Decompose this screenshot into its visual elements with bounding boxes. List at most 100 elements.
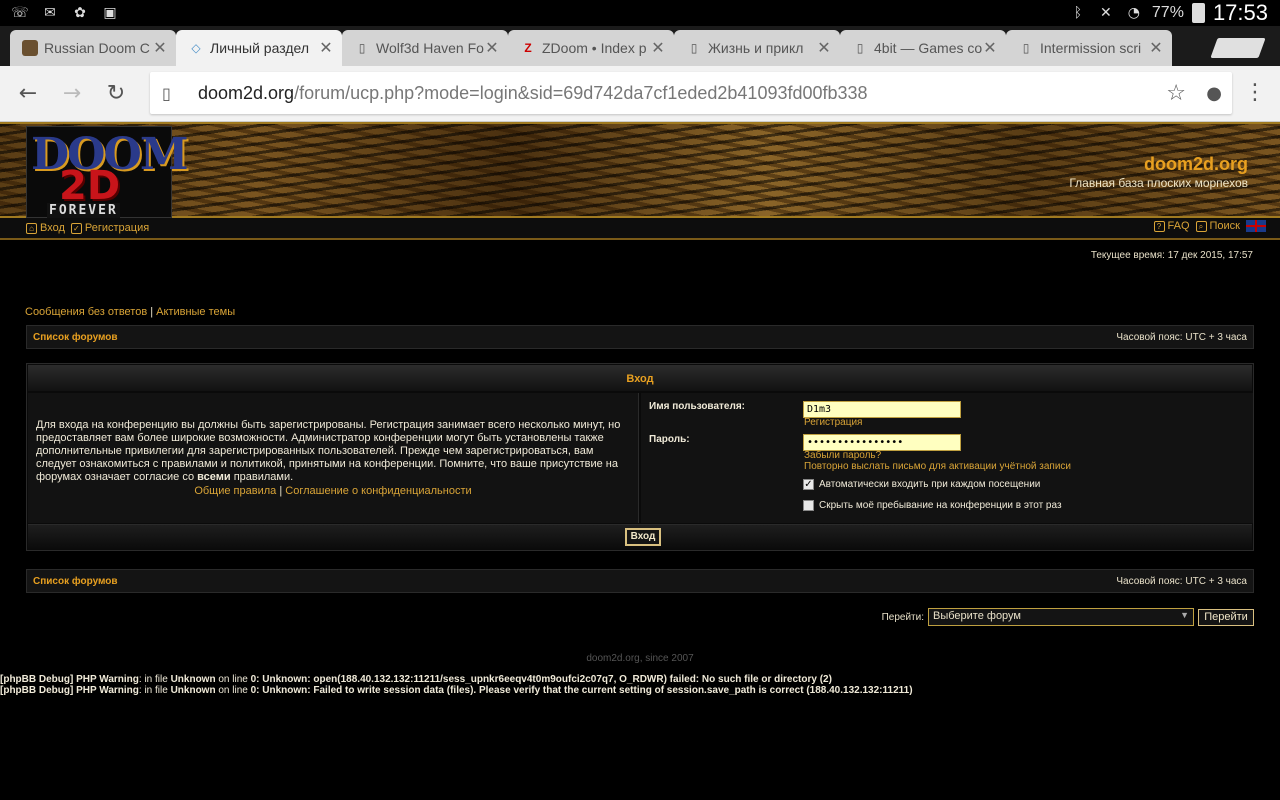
page-icon: ▯ <box>856 41 864 55</box>
reload-icon[interactable]: ↻ <box>100 78 132 110</box>
rules-separator: | <box>279 485 283 497</box>
tab-4[interactable]: ▯ Жизнь и прикл ✕ <box>674 30 840 66</box>
page-info-icon[interactable]: ▯ <box>162 84 178 103</box>
forum-select[interactable]: Выберите форум ▼ <box>928 608 1194 626</box>
status-bar: ☏ ✉ ✿ ▣ ᛒ ✕ ◔ 77% 17:53 <box>0 0 1280 26</box>
general-rules-link[interactable]: Общие правила <box>194 485 276 497</box>
tab-1-active[interactable]: ◇ Личный раздел ✕ <box>176 30 342 66</box>
login-panel: Вход Для входа на конференцию вы должны … <box>26 363 1254 551</box>
debug-mid1: : in file <box>138 685 171 696</box>
unanswered-posts-link[interactable]: Сообщения без ответов <box>25 306 147 318</box>
debug-file: Unknown <box>170 685 216 696</box>
tab-2[interactable]: ▯ Wolf3d Haven Fo ✕ <box>342 30 508 66</box>
debug-msg: : Unknown: Failed to write session data … <box>256 685 913 696</box>
username-input[interactable]: D1m3 <box>803 401 961 418</box>
debug-prefix: [phpBB Debug] PHP Warning <box>0 674 139 685</box>
active-topics-link[interactable]: Активные темы <box>156 306 235 318</box>
tab-title: Жизнь и прикл <box>708 40 804 56</box>
resend-activation-link[interactable]: Повторно выслать письмо для активации уч… <box>804 461 1071 472</box>
url-text[interactable]: doom2d.org/forum/ucp.php?mode=login&sid=… <box>198 83 868 104</box>
login-panel-footer: Вход <box>28 524 1252 550</box>
address-bar[interactable]: ▯ doom2d.org/forum/ucp.php?mode=login&si… <box>150 72 1232 114</box>
login-form: Имя пользователя: D1m3 Регистрация Парол… <box>641 393 1253 523</box>
tab-strip: Russian Doom C ✕ ◇ Личный раздел ✕ ▯ Wol… <box>0 26 1280 66</box>
jump-box: Перейти: Выберите форум ▼ Перейти <box>882 608 1254 626</box>
breadcrumb-bottom: Список форумов Часовой пояс: UTC + 3 час… <box>26 569 1254 593</box>
close-icon[interactable]: ✕ <box>650 38 666 58</box>
forum-index-link-bottom[interactable]: Список форумов <box>33 576 118 587</box>
faq-icon: ? <box>1153 220 1165 232</box>
register-link[interactable]: ✓ Регистрация <box>70 222 150 234</box>
close-icon[interactable]: ✕ <box>484 38 500 58</box>
breadcrumb: Список форумов Часовой пояс: UTC + 3 час… <box>26 325 1254 349</box>
hide-online-label: Скрыть моё пребывание на конференции в э… <box>819 500 1062 511</box>
search-icon: ⌕ <box>1195 220 1207 232</box>
login-intro-text: Для входа на конференцию вы должны быть … <box>28 393 638 484</box>
close-icon[interactable]: ✕ <box>982 38 998 58</box>
close-icon[interactable]: ✕ <box>152 38 168 58</box>
tab-5[interactable]: ▯ 4bit — Games co ✕ <box>840 30 1006 66</box>
register-link-label: Регистрация <box>84 222 150 234</box>
debug-msg: : Unknown: open(188.40.132.132:11211/ses… <box>256 674 832 685</box>
quick-links: Сообщения без ответов | Активные темы <box>25 306 235 318</box>
login-submit-button[interactable]: Вход <box>625 528 661 546</box>
tab-title: Wolf3d Haven Fo <box>376 40 484 56</box>
login-panel-title: Вход <box>28 365 1252 391</box>
page-icon: ▯ <box>690 41 698 55</box>
close-icon[interactable]: ✕ <box>816 38 832 58</box>
privacy-policy-link[interactable]: Соглашение о конфиденциальности <box>285 485 471 497</box>
debug-mid1: : in file <box>138 674 171 685</box>
hide-online-checkbox[interactable] <box>803 500 814 511</box>
search-link[interactable]: ⌕ Поиск <box>1195 220 1240 232</box>
english-flag-icon[interactable] <box>1246 220 1266 232</box>
site-logo[interactable]: DOOM 2D FOREVER <box>26 126 189 218</box>
autologin-checkbox[interactable]: ✓ <box>803 479 814 490</box>
mail-icon: ✉ <box>44 5 56 21</box>
hide-online-option[interactable]: Скрыть моё пребывание на конференции в э… <box>803 500 1062 511</box>
bookmark-star-icon[interactable]: ☆ <box>1166 81 1186 106</box>
current-time: Текущее время: 17 дек 2015, 17:57 <box>1090 250 1253 261</box>
faq-link-label: FAQ <box>1167 220 1190 232</box>
forward-arrow-icon[interactable]: → <box>56 78 88 110</box>
new-tab-button[interactable] <box>1210 38 1266 58</box>
forum-select-value: Выберите форум <box>933 610 1021 622</box>
tab-3[interactable]: Z ZDoom • Index p ✕ <box>508 30 674 66</box>
login-intro: Для входа на конференцию вы должны быть … <box>28 393 639 523</box>
debug-prefix: [phpBB Debug] PHP Warning <box>0 685 139 696</box>
site-title[interactable]: doom2d.org <box>1144 154 1248 175</box>
battery-icon <box>1191 3 1205 23</box>
register-link-form[interactable]: Регистрация <box>804 417 862 428</box>
overflow-menu-icon[interactable]: ⋮ <box>1244 80 1266 105</box>
bluetooth-icon: ᛒ <box>1073 5 1083 21</box>
jump-label: Перейти: <box>881 611 924 623</box>
forgot-password-link[interactable]: Забыли пароль? <box>804 450 881 461</box>
login-link[interactable]: ⌂ Вход <box>26 222 65 234</box>
faq-link[interactable]: ? FAQ <box>1153 220 1190 232</box>
autologin-label: Автоматически входить при каждом посещен… <box>819 479 1041 490</box>
tab-title: Личный раздел <box>210 40 309 56</box>
mute-icon: ✕ <box>1100 5 1112 21</box>
dropdown-arrow-icon: ▼ <box>1180 610 1189 620</box>
intro-text: Для входа на конференцию вы должны быть … <box>36 419 621 483</box>
back-arrow-icon[interactable]: ← <box>12 78 44 110</box>
close-icon[interactable]: ✕ <box>1148 38 1164 58</box>
tab-6[interactable]: ▯ Intermission scri ✕ <box>1006 30 1172 66</box>
microphone-icon[interactable]: ● <box>1206 83 1222 104</box>
password-input[interactable]: •••••••••••••••• <box>803 434 961 451</box>
tab-title: 4bit — Games co <box>874 40 982 56</box>
url-path: /forum/ucp.php?mode=login&sid=69d742da7c… <box>294 82 868 103</box>
forum-nav: ⌂ Вход ✓ Регистрация ? FAQ ⌕ Поиск <box>0 218 1280 240</box>
password-label: Пароль: <box>649 434 690 445</box>
footer-since: doom2d.org, since 2007 <box>586 653 694 664</box>
close-icon[interactable]: ✕ <box>318 38 334 58</box>
autologin-option[interactable]: ✓ Автоматически входить при каждом посещ… <box>803 479 1040 490</box>
intro-end: правилами. <box>233 471 294 483</box>
forum-index-link[interactable]: Список форумов <box>33 332 118 343</box>
tab-title: Russian Doom C <box>44 40 150 56</box>
search-link-label: Поиск <box>1209 220 1240 232</box>
logo-forever: FOREVER <box>47 203 120 218</box>
app-notification-icon: ✿ <box>74 5 86 21</box>
timezone-label-bottom: Часовой пояс: UTC + 3 часа <box>1116 576 1247 587</box>
jump-go-button[interactable]: Перейти <box>1198 608 1254 626</box>
tab-0[interactable]: Russian Doom C ✕ <box>10 30 176 66</box>
